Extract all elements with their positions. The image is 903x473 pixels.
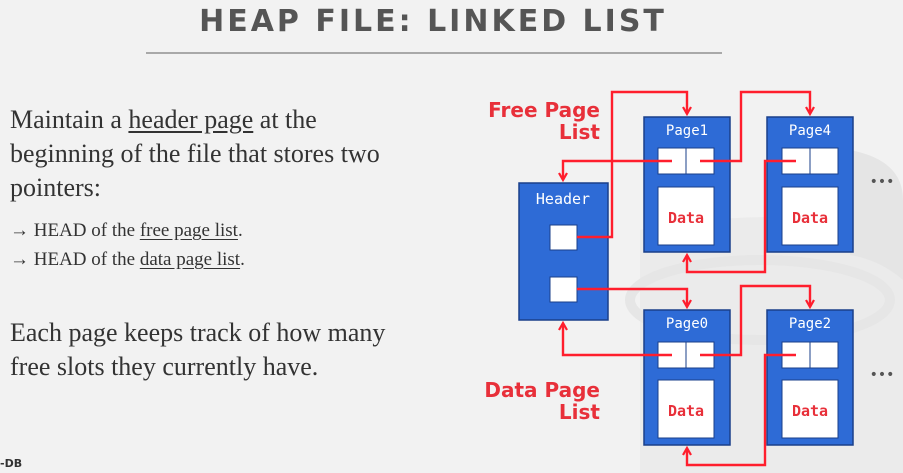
page4-label: Page4 [789,123,831,139]
free-page-list-label: List [559,120,601,144]
data-page-list-label: Data Page [484,378,600,402]
page4-data: Data [792,209,828,227]
page4-box: Page4 Data [766,116,854,253]
page1-box: Page1 Data [643,116,731,253]
header-page: Header [518,182,609,321]
more-data-pages-ellipsis: ••• [870,367,895,383]
data-page-list-label: List [559,400,601,424]
page2-box: Page2 Data [766,309,854,446]
free-list-pointer-slot [549,224,578,251]
header-label: Header [536,190,590,208]
free-page-list-label: Free Page [488,98,600,122]
page1-data: Data [668,209,704,227]
data-list-pointer-slot [549,276,578,303]
linked-list-diagram: Free Page List Data Page List Header Pag… [484,90,903,473]
page0-label: Page0 [666,316,708,332]
page0-data: Data [668,402,704,420]
page1-label: Page1 [666,123,708,139]
page2-label: Page2 [789,316,831,332]
page0-box: Page0 Data [643,309,731,446]
page2-data: Data [792,402,828,420]
more-free-pages-ellipsis: ••• [870,174,895,190]
